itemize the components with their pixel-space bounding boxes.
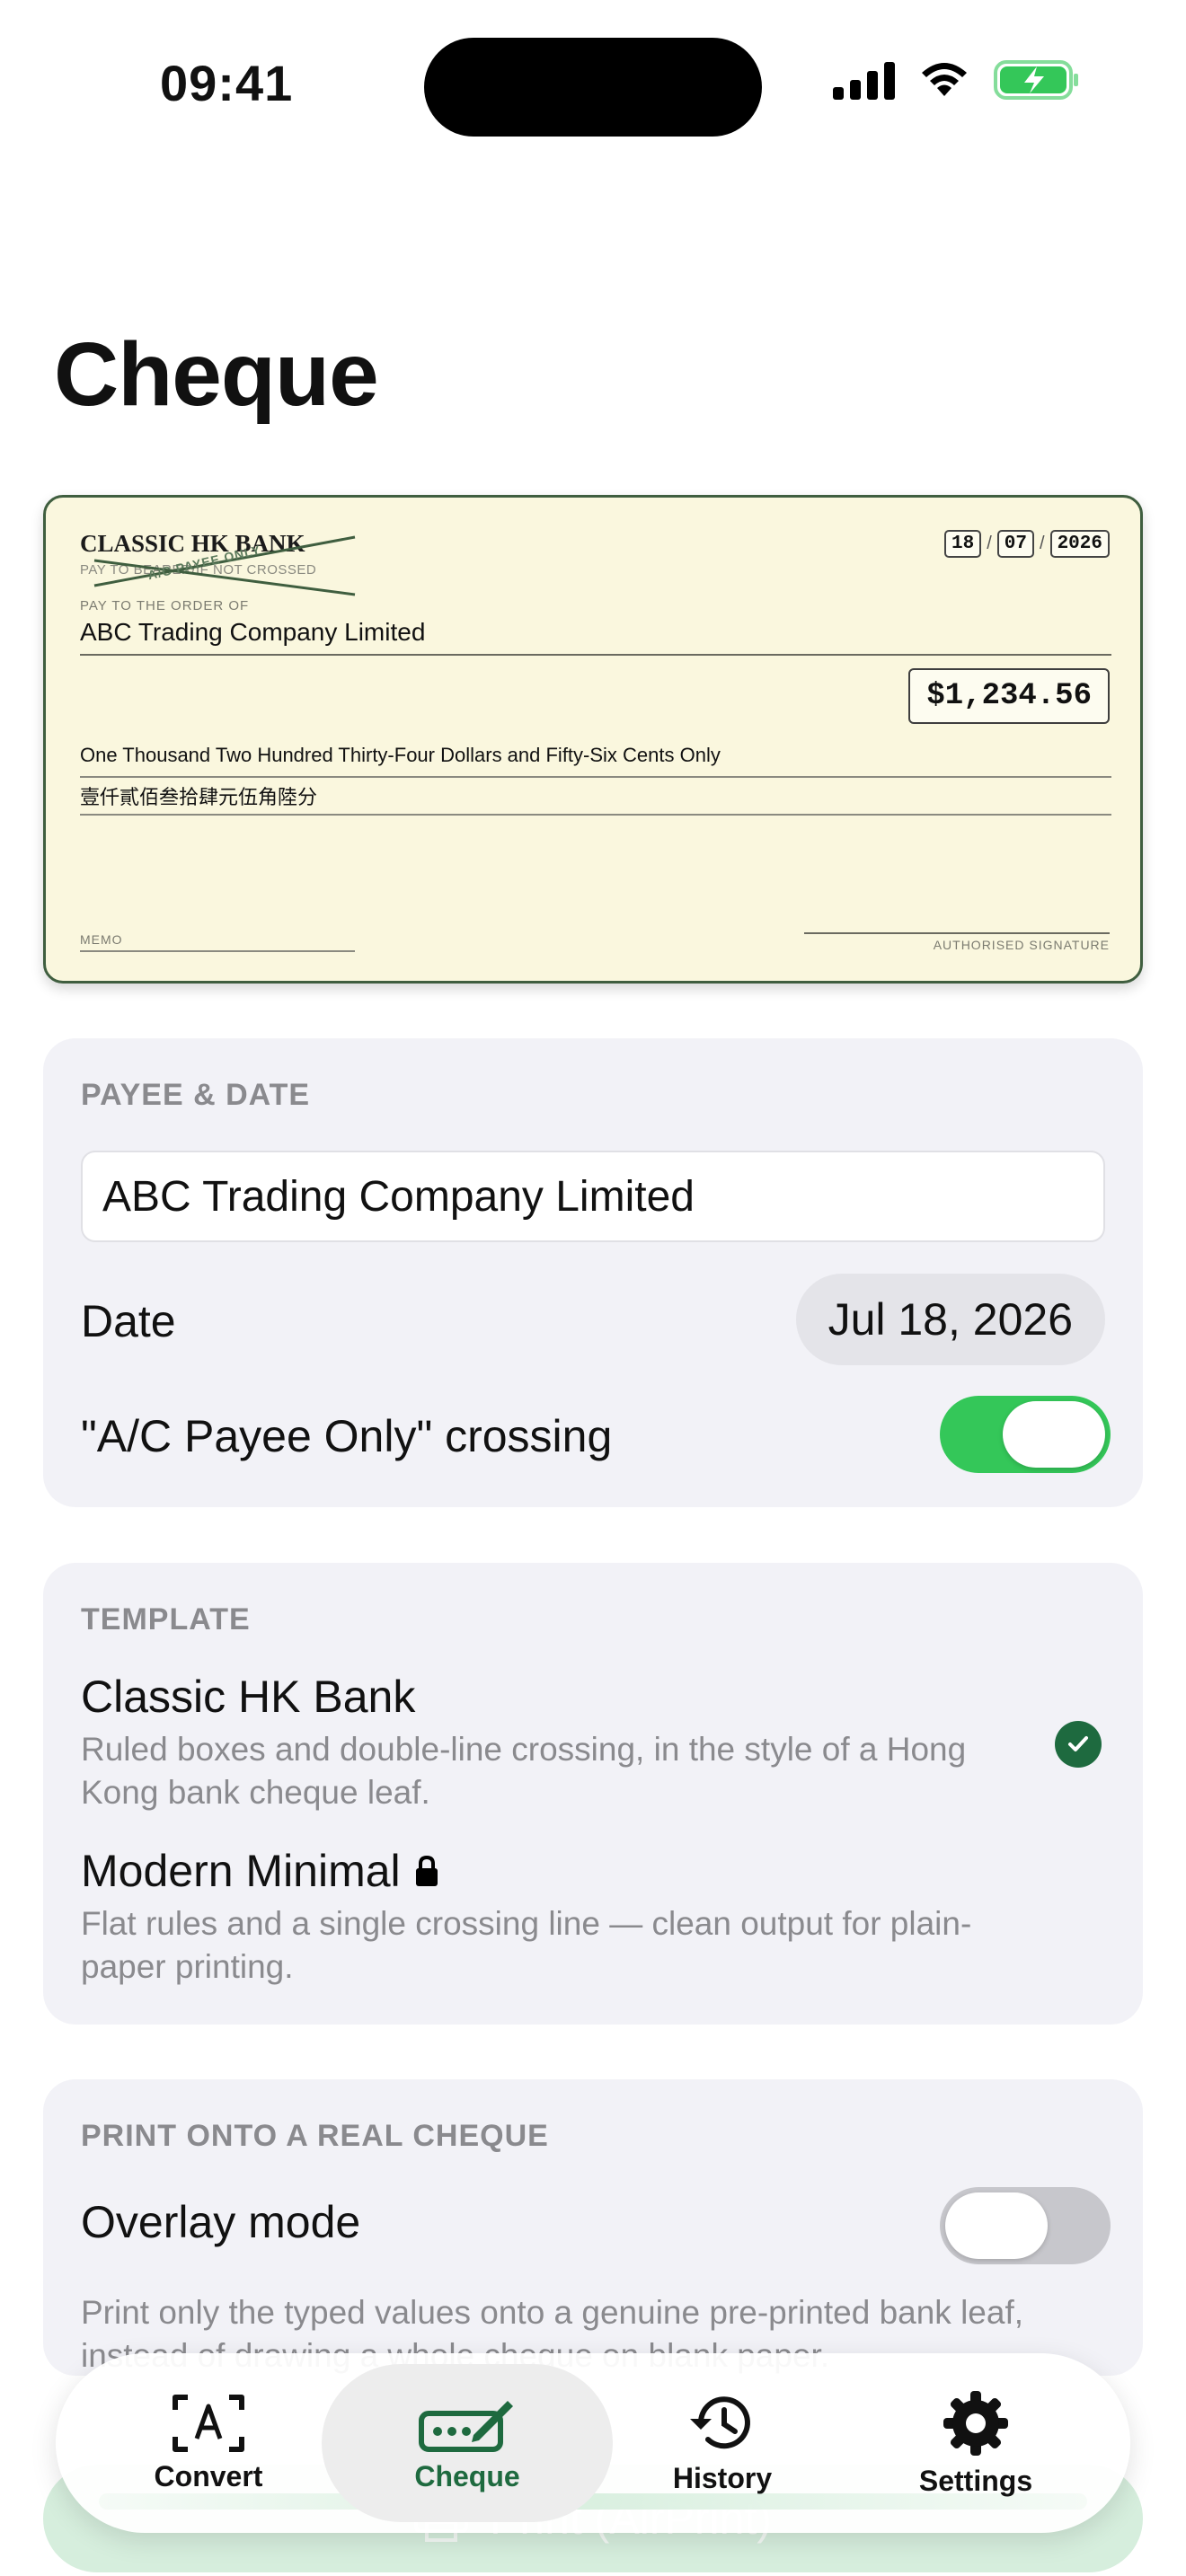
date-picker-button[interactable]: Jul 18, 2026 bbox=[795, 1274, 1105, 1365]
gear-icon bbox=[943, 2390, 1008, 2456]
template-name: Modern Minimal bbox=[81, 1845, 440, 1897]
cheque-amount-words-chinese: 壹仟貳佰叁拾肆元伍角陸分 bbox=[80, 780, 1111, 816]
tab-label: Settings bbox=[918, 2464, 1033, 2497]
cheque-signature-label: AUTHORISED SIGNATURE bbox=[933, 938, 1110, 952]
toggle-knob bbox=[1003, 1401, 1105, 1468]
tab-label: Convert bbox=[154, 2459, 263, 2492]
checkmark-icon bbox=[1055, 1721, 1102, 1768]
signature-icon bbox=[419, 2400, 513, 2452]
crossing-label: "A/C Payee Only" crossing bbox=[81, 1411, 613, 1461]
cheque-date: 18 / 07 / 2026 bbox=[944, 530, 1110, 558]
section-header-payee-date: PAYEE & DATE bbox=[81, 1078, 311, 1112]
wifi-icon bbox=[922, 63, 967, 96]
toggle-knob bbox=[945, 2192, 1048, 2259]
cheque-date-month: 07 bbox=[996, 530, 1035, 558]
status-time: 09:41 bbox=[160, 55, 294, 111]
payee-date-section: PAYEE & DATE ABC Trading Company Limited… bbox=[43, 1038, 1143, 1507]
status-icons bbox=[833, 59, 1080, 101]
overlay-mode-label: Overlay mode bbox=[81, 2197, 361, 2247]
tab-label: History bbox=[672, 2461, 773, 2494]
tab-convert[interactable]: Convert bbox=[92, 2353, 325, 2533]
tab-history[interactable]: History bbox=[606, 2353, 839, 2533]
date-label: Date bbox=[81, 1296, 176, 1346]
payee-input[interactable]: ABC Trading Company Limited bbox=[81, 1151, 1105, 1242]
template-description: Ruled boxes and double-line crossing, in… bbox=[81, 1731, 967, 1811]
cheque-pay-label: PAY TO THE ORDER OF bbox=[80, 598, 250, 613]
cheque-date-separator: / bbox=[987, 534, 992, 553]
cheque-payee: ABC Trading Company Limited bbox=[80, 616, 1111, 656]
cheque-amount: $1,234.56 bbox=[908, 668, 1110, 724]
overlay-mode-toggle[interactable] bbox=[940, 2187, 1111, 2264]
print-real-cheque-section: PRINT ONTO A REAL CHEQUE Overlay mode Pr… bbox=[43, 2079, 1143, 2376]
cellular-signal-icon bbox=[833, 60, 895, 100]
cheque-date-day: 18 bbox=[944, 530, 982, 558]
cheque-signature-line bbox=[804, 932, 1110, 934]
crossing-toggle[interactable] bbox=[940, 1396, 1111, 1473]
template-name-text: Classic HK Bank bbox=[81, 1672, 416, 1722]
cheque-crossing-lines bbox=[93, 535, 356, 596]
cheque-amount-words-english: One Thousand Two Hundred Thirty-Four Dol… bbox=[80, 742, 1111, 778]
lock-icon bbox=[415, 1855, 438, 1886]
section-header-template: TEMPLATE bbox=[81, 1602, 251, 1636]
tab-bar: Convert Cheque History Settings bbox=[56, 2353, 1130, 2533]
cheque-preview: CLASSIC HK BANK PAY TO BEARER/IF NOT CRO… bbox=[43, 495, 1143, 984]
tab-label: Cheque bbox=[414, 2459, 520, 2492]
cheque-date-separator: / bbox=[1040, 534, 1045, 553]
cheque-date-year: 2026 bbox=[1049, 530, 1110, 558]
cheque-memo: MEMO bbox=[80, 932, 355, 952]
history-icon bbox=[690, 2395, 750, 2448]
tab-settings[interactable]: Settings bbox=[859, 2353, 1093, 2533]
tab-cheque[interactable]: Cheque bbox=[350, 2353, 584, 2533]
section-header-print: PRINT ONTO A REAL CHEQUE bbox=[81, 2119, 549, 2153]
template-name: Classic HK Bank bbox=[81, 1671, 415, 1723]
battery-charging-icon bbox=[994, 60, 1078, 100]
page-title: Cheque bbox=[54, 324, 379, 425]
template-description: Flat rules and a single crossing line — … bbox=[81, 1905, 972, 1985]
template-section: TEMPLATE Classic HK Bank Ruled boxes and… bbox=[43, 1563, 1143, 2025]
text-box-icon bbox=[173, 2394, 244, 2452]
template-name-text: Modern Minimal bbox=[81, 1846, 401, 1896]
dynamic-island bbox=[424, 38, 762, 137]
